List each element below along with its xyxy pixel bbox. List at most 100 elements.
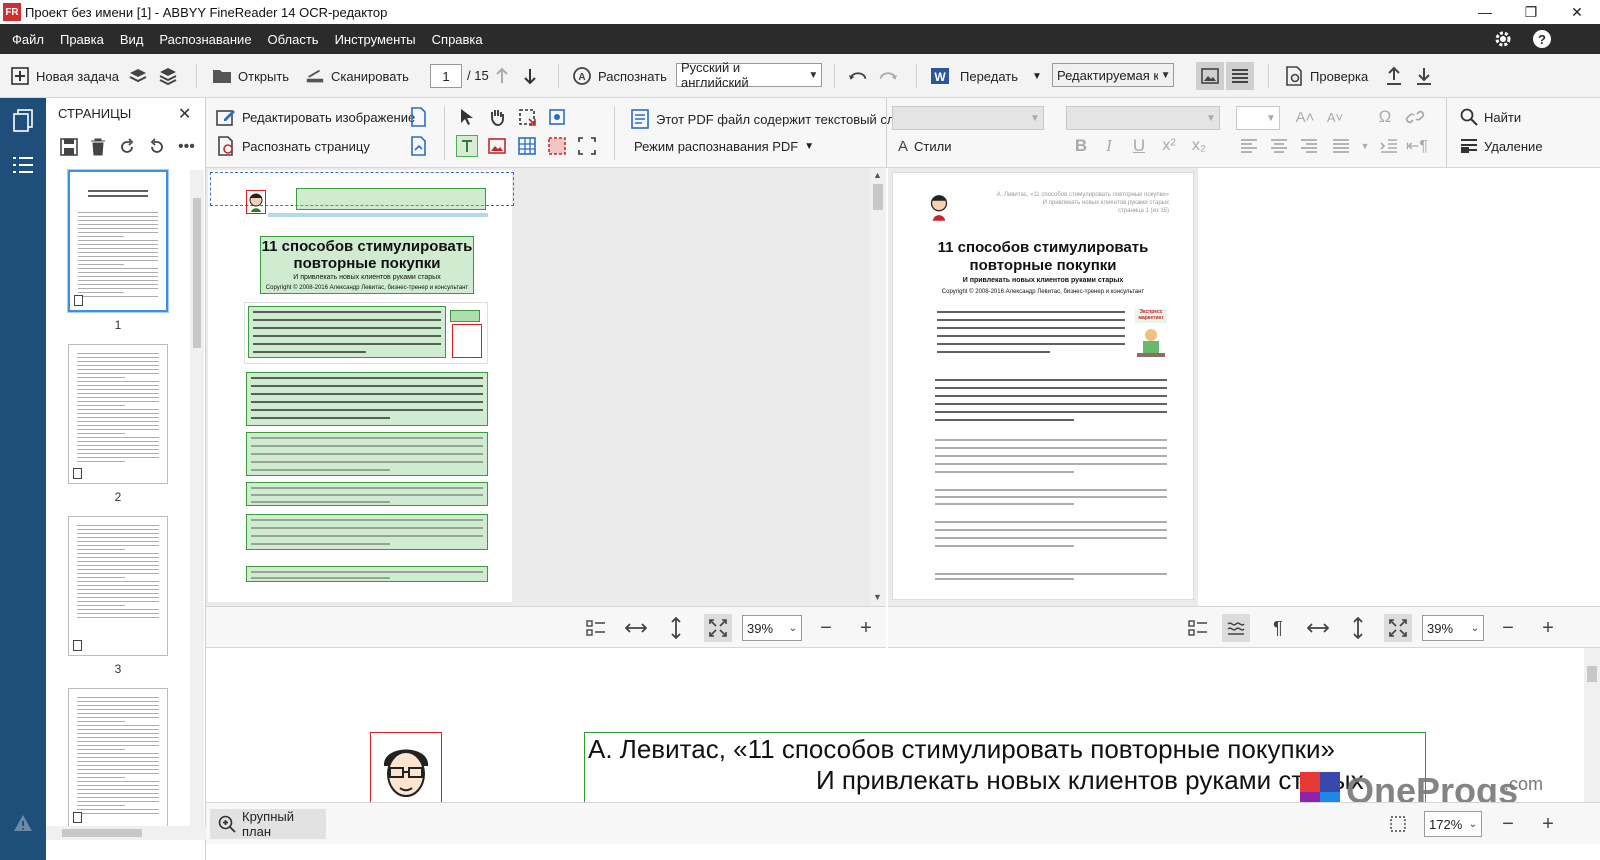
fit-height-icon[interactable] xyxy=(1346,616,1370,640)
increase-font-icon[interactable]: A˄ xyxy=(1294,106,1316,128)
prev-page-button[interactable] xyxy=(492,62,512,90)
crop-area-icon[interactable] xyxy=(516,106,538,128)
zoom-in-icon[interactable]: + xyxy=(1536,616,1560,640)
fit-selection-icon[interactable] xyxy=(1386,812,1410,836)
export-up-button[interactable] xyxy=(1384,62,1404,90)
menu-area[interactable]: Область xyxy=(260,32,327,47)
scroll-up-icon[interactable]: ▲ xyxy=(873,170,882,180)
find-button[interactable]: Найти xyxy=(1460,106,1521,128)
recognize-page-button[interactable]: Распознать страницу xyxy=(216,135,370,157)
maximize-button[interactable]: ❐ xyxy=(1508,0,1554,24)
fit-height-icon[interactable] xyxy=(664,616,688,640)
pages-hscrollbar-thumb[interactable] xyxy=(62,829,142,837)
analyze-layout-icon[interactable] xyxy=(408,135,430,157)
fit-list-icon[interactable] xyxy=(584,616,608,640)
close-button[interactable]: ✕ xyxy=(1554,0,1600,24)
image-view-toggle[interactable] xyxy=(1196,62,1224,90)
menu-view[interactable]: Вид xyxy=(112,32,152,47)
send-dropdown-icon[interactable]: ▼ xyxy=(1032,71,1042,82)
warning-icon[interactable] xyxy=(8,808,38,838)
scan-button[interactable]: Сканировать xyxy=(305,62,409,90)
undo-button[interactable] xyxy=(848,62,868,90)
page-thumbnail[interactable] xyxy=(68,344,168,484)
styles-button[interactable]: A Стили xyxy=(898,135,951,157)
picture-area-tool-icon[interactable] xyxy=(486,135,508,157)
text-pane[interactable]: А. Левитас, «11 способов стимулировать п… xyxy=(888,168,1600,606)
zoom-out-icon[interactable]: − xyxy=(1496,812,1520,836)
text-area-paragraph-4[interactable] xyxy=(246,514,488,550)
page-image[interactable]: 11 способов стимулировать повторные покуп… xyxy=(208,170,514,602)
image-pane[interactable]: 11 способов стимулировать повторные покуп… xyxy=(206,168,886,606)
text-area-tool-icon[interactable] xyxy=(456,135,478,157)
rotate-right-icon[interactable] xyxy=(148,138,166,156)
format-mode-select[interactable]: Редактируемая ко ▼ xyxy=(1052,63,1174,87)
page-thumbnail[interactable] xyxy=(68,170,168,312)
pdf-text-layer-button[interactable]: Этот PDF файл содержит текстовый слой xyxy=(630,108,909,130)
fit-page-icon[interactable] xyxy=(1384,614,1412,642)
text-area-paragraph-1[interactable] xyxy=(246,372,488,426)
page-number-input[interactable]: 1 xyxy=(430,64,462,88)
text-area-paragraph-2[interactable] xyxy=(246,432,488,476)
page-properties-icon[interactable] xyxy=(408,106,430,128)
settings-gear-icon[interactable] xyxy=(1491,27,1515,51)
zoom-in-icon[interactable]: + xyxy=(854,616,878,640)
italic-icon[interactable]: I xyxy=(1098,135,1120,157)
help-icon[interactable]: ? xyxy=(1530,27,1554,51)
text-area-badge[interactable] xyxy=(450,310,480,322)
special-char-icon[interactable]: Ω xyxy=(1374,106,1396,128)
zoom-out-icon[interactable]: − xyxy=(1496,616,1520,640)
closeup-zoom-select[interactable]: 172% ⌄ xyxy=(1424,811,1482,837)
align-left-icon[interactable] xyxy=(1238,135,1260,157)
zoom-in-icon[interactable]: + xyxy=(1536,812,1560,836)
image-pane-scrollbar-thumb[interactable] xyxy=(873,184,883,210)
delete-button[interactable]: Удаление xyxy=(1460,135,1543,157)
fit-width-icon[interactable] xyxy=(624,616,648,640)
more-options-icon[interactable]: ••• xyxy=(178,138,195,156)
align-center-icon[interactable] xyxy=(1268,135,1290,157)
bold-icon[interactable]: B xyxy=(1070,135,1092,157)
pages-panel-close-icon[interactable]: ✕ xyxy=(178,104,191,124)
select-cursor-icon[interactable] xyxy=(456,106,478,128)
indent-icon[interactable] xyxy=(1378,135,1400,157)
fit-list-icon[interactable] xyxy=(1186,616,1210,640)
image-pane-scrollbar[interactable] xyxy=(870,168,886,606)
redo-button[interactable] xyxy=(878,62,898,90)
table-area-tool-icon[interactable] xyxy=(516,135,538,157)
send-button[interactable]: W Передать ▼ xyxy=(930,62,1042,90)
closeup-toggle-button[interactable]: Крупный план xyxy=(210,809,326,839)
paragraph-marks-icon[interactable]: ⇤¶ xyxy=(1406,135,1428,157)
pdf-mode-dropdown[interactable]: Режим распознавания PDF ▼ xyxy=(634,135,814,157)
select-area-tool-icon[interactable] xyxy=(576,135,598,157)
check-button[interactable]: Проверка xyxy=(1284,62,1368,90)
subscript-icon[interactable]: x₂ xyxy=(1188,135,1210,157)
page-thumbnail[interactable] xyxy=(68,516,168,656)
area-settings-icon[interactable] xyxy=(546,106,568,128)
next-page-button[interactable] xyxy=(520,62,540,90)
scroll-down-icon[interactable]: ▼ xyxy=(873,592,882,602)
text-area-header[interactable] xyxy=(296,188,486,210)
minimize-button[interactable]: — xyxy=(1462,0,1508,24)
language-select[interactable]: Русский и английский ▼ xyxy=(676,60,822,90)
zoom-out-icon[interactable]: − xyxy=(814,616,838,640)
font-size-select[interactable]: ▼ xyxy=(1236,106,1280,130)
export-down-button[interactable] xyxy=(1414,62,1434,90)
save-icon[interactable] xyxy=(60,138,78,156)
font-style-select[interactable]: ▼ xyxy=(892,106,1044,130)
background-picture-tool-icon[interactable] xyxy=(546,135,568,157)
menu-tools[interactable]: Инструменты xyxy=(327,32,424,47)
recognize-button[interactable]: A Распознать xyxy=(572,62,667,90)
text-view-toggle[interactable] xyxy=(1226,62,1254,90)
menu-edit[interactable]: Правка xyxy=(52,32,112,47)
recognized-page[interactable]: А. Левитас, «11 способов стимулировать п… xyxy=(892,172,1194,600)
fit-width-icon[interactable] xyxy=(1306,616,1330,640)
superscript-icon[interactable]: x² xyxy=(1158,135,1180,157)
list-view-icon[interactable] xyxy=(8,150,38,180)
link-icon[interactable] xyxy=(1404,106,1426,128)
pages-view-icon[interactable] xyxy=(8,106,38,136)
text-wrap-icon[interactable] xyxy=(1222,614,1250,642)
hand-pan-icon[interactable] xyxy=(486,106,508,128)
paragraph-icon[interactable]: ¶ xyxy=(1266,616,1290,640)
text-area-paragraph-3[interactable] xyxy=(246,482,488,506)
new-task-button[interactable]: Новая задача xyxy=(10,62,119,90)
rotate-left-icon[interactable] xyxy=(118,138,136,156)
